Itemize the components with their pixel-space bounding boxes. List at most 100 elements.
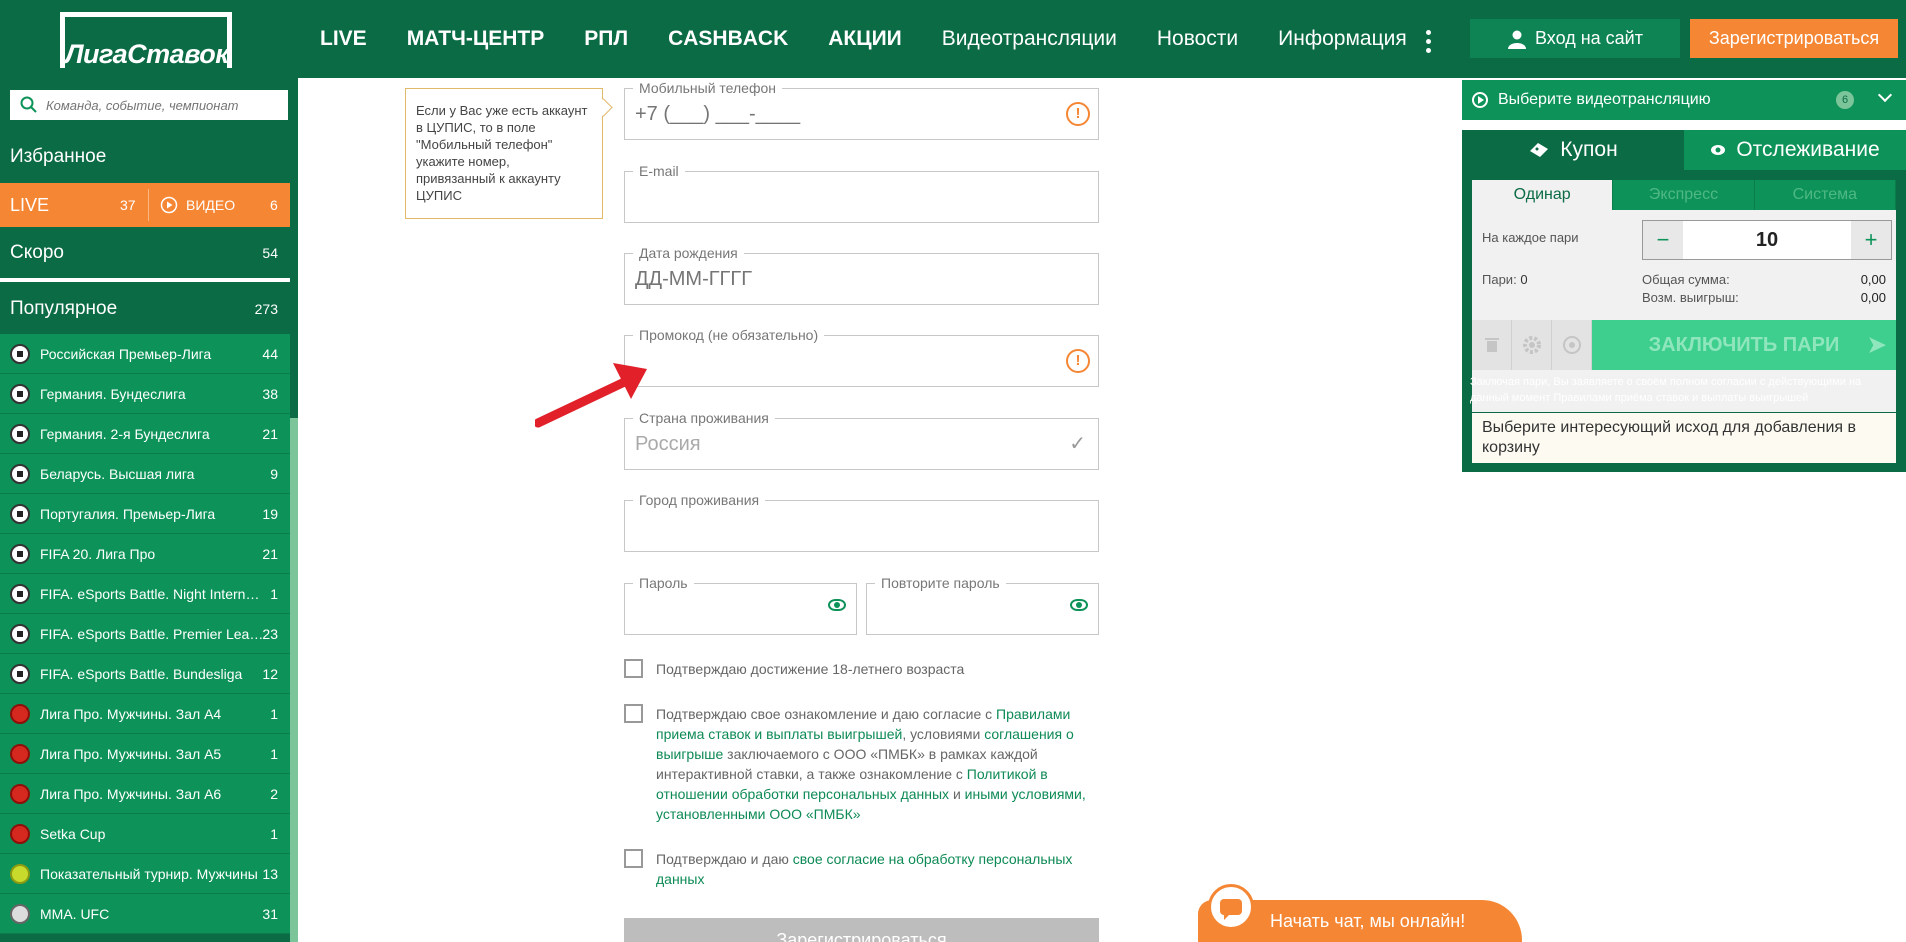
increase-button[interactable]: + — [1851, 221, 1891, 259]
send-icon: ➤ — [1867, 332, 1886, 357]
email-input[interactable] — [635, 186, 1035, 209]
phone-field[interactable]: Мобильный телефон ! — [624, 80, 1099, 140]
league-item[interactable]: MMA. UFC 31 — [0, 894, 290, 934]
place-bet-button[interactable]: ЗАКЛЮЧИТЬ ПАРИ ➤ — [1592, 320, 1896, 370]
nav-item[interactable]: Видеотрансляции — [942, 27, 1117, 51]
league-item[interactable]: Беларусь. Высшая лига 9 — [0, 454, 290, 494]
city-label: Город проживания — [633, 492, 766, 508]
phone-label: Мобильный телефон — [633, 80, 782, 96]
league-item[interactable]: Германия. 2-я Бундеслига 21 — [0, 414, 290, 454]
league-name: Показательный турнир. Мужчины — [40, 865, 258, 882]
league-name: Лига Про. Мужчины. Зал А4 — [40, 705, 222, 722]
league-count: 12 — [262, 665, 278, 682]
soon-count: 54 — [262, 245, 278, 261]
stake-value[interactable]: 10 — [1683, 221, 1851, 259]
email-field[interactable]: E-mail — [624, 163, 1099, 223]
sidebar-soon[interactable]: Скоро 54 — [0, 228, 290, 282]
nav-item[interactable]: МАТЧ-ЦЕНТР — [407, 27, 545, 51]
league-item[interactable]: Setka Cup 1 — [0, 814, 290, 854]
tennis-icon — [10, 863, 30, 884]
gear-icon[interactable] — [1512, 320, 1552, 370]
target-icon[interactable] — [1552, 320, 1592, 370]
eye-icon[interactable] — [1070, 599, 1088, 611]
video-count: 6 — [270, 197, 278, 213]
bet-type-tab[interactable]: Одинар — [1472, 180, 1614, 210]
league-count: 9 — [270, 465, 278, 482]
cupis-tooltip: Если у Вас уже есть аккаунт в ЦУПИС, то … — [405, 88, 603, 219]
decrease-button[interactable]: − — [1643, 221, 1683, 259]
bet-slip: Купон Отслеживание Одинар Экспресс Система… — [1462, 130, 1906, 472]
chat-icon[interactable] — [1208, 884, 1254, 930]
tab-coupon-label: Купон — [1560, 138, 1618, 161]
nav-item[interactable]: АКЦИИ — [828, 27, 902, 51]
popular-label: Популярное — [10, 298, 118, 319]
phone-input[interactable] — [635, 103, 1035, 126]
bet-slip-note: Заключая пари, Вы заявляете о своём полн… — [1470, 374, 1900, 406]
bet-type-tab[interactable]: Система — [1755, 180, 1896, 210]
birthdate-input[interactable] — [635, 268, 1035, 291]
league-item[interactable]: Российская Премьер-Лига 44 — [0, 334, 290, 374]
nav-item[interactable]: CASHBACK — [668, 27, 788, 51]
tab-tracking[interactable]: Отслеживание — [1684, 130, 1906, 170]
sidebar-video[interactable]: ВИДЕО — [160, 196, 235, 214]
promo-field[interactable]: Промокод (не обязательно) ! — [624, 327, 1099, 387]
league-item[interactable]: Показательный турнир. Мужчины 13 — [0, 854, 290, 894]
nav-item[interactable]: РПЛ — [584, 27, 628, 51]
country-input[interactable] — [635, 433, 1035, 456]
nav-item[interactable]: Новости — [1157, 27, 1238, 51]
more-menu-icon[interactable] — [1420, 30, 1436, 56]
rules-checkbox[interactable] — [624, 704, 643, 723]
submit-register-button[interactable]: Зарегистрироваться — [624, 918, 1099, 942]
league-count: 2 — [270, 785, 278, 802]
age-text: Подтверждаю достижение 18-летнего возрас… — [656, 661, 965, 677]
password-repeat-label: Повторите пароль — [875, 575, 1006, 591]
login-button[interactable]: Вход на сайт — [1470, 19, 1680, 58]
scrollbar-thumb[interactable] — [290, 418, 298, 942]
league-item[interactable]: Лига Про. Мужчины. Зал А4 1 — [0, 694, 290, 734]
note-rules-link[interactable]: Правилами приёма ставок и выплаты выигры… — [1553, 392, 1808, 404]
trash-icon[interactable] — [1472, 320, 1512, 370]
promo-input[interactable] — [635, 350, 1035, 373]
city-input[interactable] — [635, 515, 1035, 538]
league-name: Беларусь. Высшая лига — [40, 465, 195, 482]
header: ЛигаСтавок LIVE МАТЧ-ЦЕНТР РПЛ CASHBACK АКЦИ… — [0, 0, 1906, 78]
league-item[interactable]: FIFA. eSports Battle. Night Internati...… — [0, 574, 290, 614]
birthdate-field[interactable]: Дата рождения — [624, 245, 1099, 305]
league-item[interactable]: FIFA 20. Лига Про 21 — [0, 534, 290, 574]
nav-item[interactable]: Информация — [1278, 27, 1407, 51]
sidebar-scrollbar[interactable] — [290, 78, 298, 942]
popular-count: 273 — [254, 301, 278, 317]
league-item[interactable]: FIFA. eSports Battle. Premier League 23 — [0, 614, 290, 654]
football-icon — [10, 543, 30, 564]
nav-item[interactable]: LIVE — [320, 27, 367, 51]
sidebar-live[interactable]: LIVE 37 ВИДЕО 6 — [0, 183, 290, 227]
register-button[interactable]: Зарегистрироваться — [1690, 19, 1898, 58]
league-count: 19 — [262, 505, 278, 522]
rules-text-4: и — [949, 786, 965, 802]
data-checkbox[interactable] — [624, 849, 643, 868]
sidebar-popular[interactable]: Популярное 273 — [0, 284, 290, 334]
search-input[interactable] — [46, 97, 266, 113]
password-input[interactable] — [635, 598, 815, 621]
league-item[interactable]: Лига Про. Мужчины. Зал А5 1 — [0, 734, 290, 774]
bet-type-tab[interactable]: Экспресс — [1613, 180, 1755, 210]
password-repeat-input[interactable] — [877, 598, 1057, 621]
password-field[interactable]: Пароль — [624, 575, 857, 635]
league-item[interactable]: Лига Про. Мужчины. Зал А6 2 — [0, 774, 290, 814]
logo[interactable]: ЛигаСтавок — [60, 12, 232, 68]
league-item[interactable]: Германия. Бундеслига 38 — [0, 374, 290, 414]
league-count: 13 — [262, 865, 278, 882]
eye-icon[interactable] — [828, 599, 846, 611]
place-bet-label: ЗАКЛЮЧИТЬ ПАРИ — [1648, 333, 1840, 356]
tab-coupon[interactable]: Купон — [1462, 130, 1684, 170]
video-selector[interactable]: Выберите видеотрансляцию 6 — [1462, 80, 1906, 120]
league-item[interactable]: Португалия. Премьер-Лига 19 — [0, 494, 290, 534]
country-field[interactable]: Страна проживания ✓ — [624, 410, 1099, 470]
age-checkbox[interactable] — [624, 659, 643, 678]
city-field[interactable]: Город проживания — [624, 492, 1099, 552]
league-name: Португалия. Премьер-Лига — [40, 505, 216, 522]
password-repeat-field[interactable]: Повторите пароль — [866, 575, 1099, 635]
sidebar-favorites[interactable]: Избранное — [0, 132, 290, 182]
league-item[interactable]: FIFA. eSports Battle. Bundesliga 12 — [0, 654, 290, 694]
football-icon — [10, 383, 30, 404]
